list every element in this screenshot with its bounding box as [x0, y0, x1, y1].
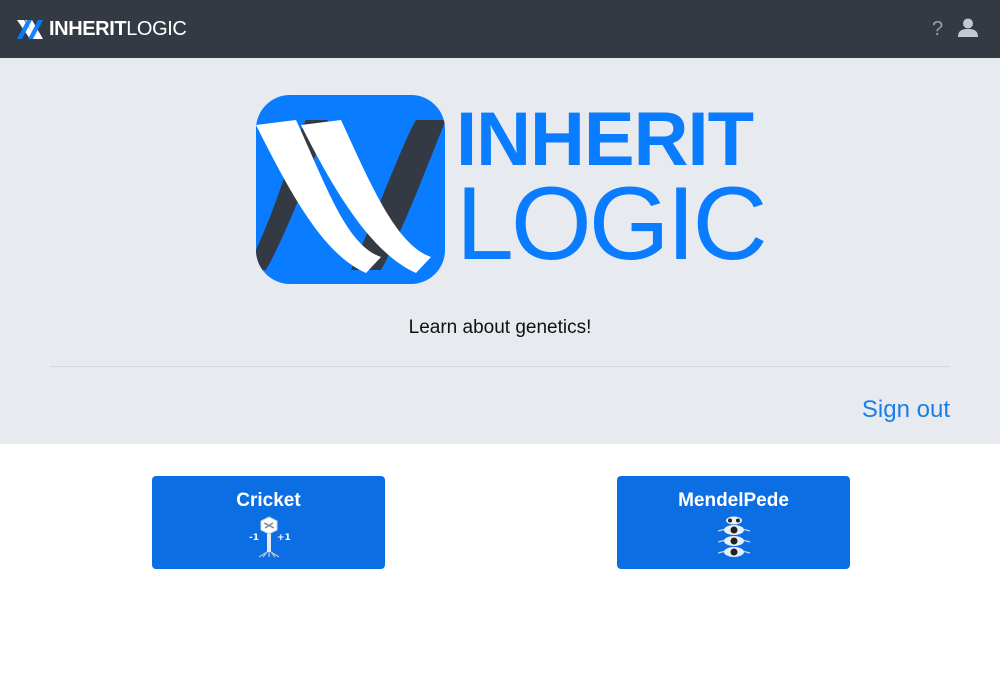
inheritlogic-app-icon	[256, 95, 445, 284]
brand-text: INHERITLOGIC	[49, 16, 187, 42]
hero-section: INHERIT LOGIC Learn about genetics! Sign…	[0, 58, 1000, 444]
game-title: MendelPede	[678, 490, 789, 511]
game-title: Cricket	[236, 490, 301, 511]
divider	[50, 366, 950, 367]
game-card-cricket[interactable]: Cricket -1 +1	[152, 476, 385, 569]
mendelpede-icon	[717, 516, 750, 557]
game-card-mendelpede[interactable]: MendelPede	[617, 476, 850, 569]
top-navbar: INHERITLOGIC ?	[0, 0, 1000, 58]
brand-bold: INHERIT	[49, 18, 127, 40]
svg-text:+1: +1	[277, 533, 291, 543]
bacteriophage-icon: -1 +1	[249, 516, 291, 558]
inheritlogic-logo-icon	[17, 20, 43, 39]
help-button[interactable]: ?	[932, 17, 943, 41]
svg-text:-1: -1	[249, 533, 259, 543]
user-icon	[958, 18, 978, 37]
brand-light: LOGIC	[126, 18, 187, 40]
navbar-brand[interactable]: INHERITLOGIC	[16, 16, 187, 42]
user-account-button[interactable]	[958, 18, 978, 43]
tagline: Learn about genetics!	[408, 317, 592, 338]
signout-link[interactable]: Sign out	[862, 396, 950, 424]
logo-wordmark-bottom: LOGIC	[456, 166, 768, 282]
